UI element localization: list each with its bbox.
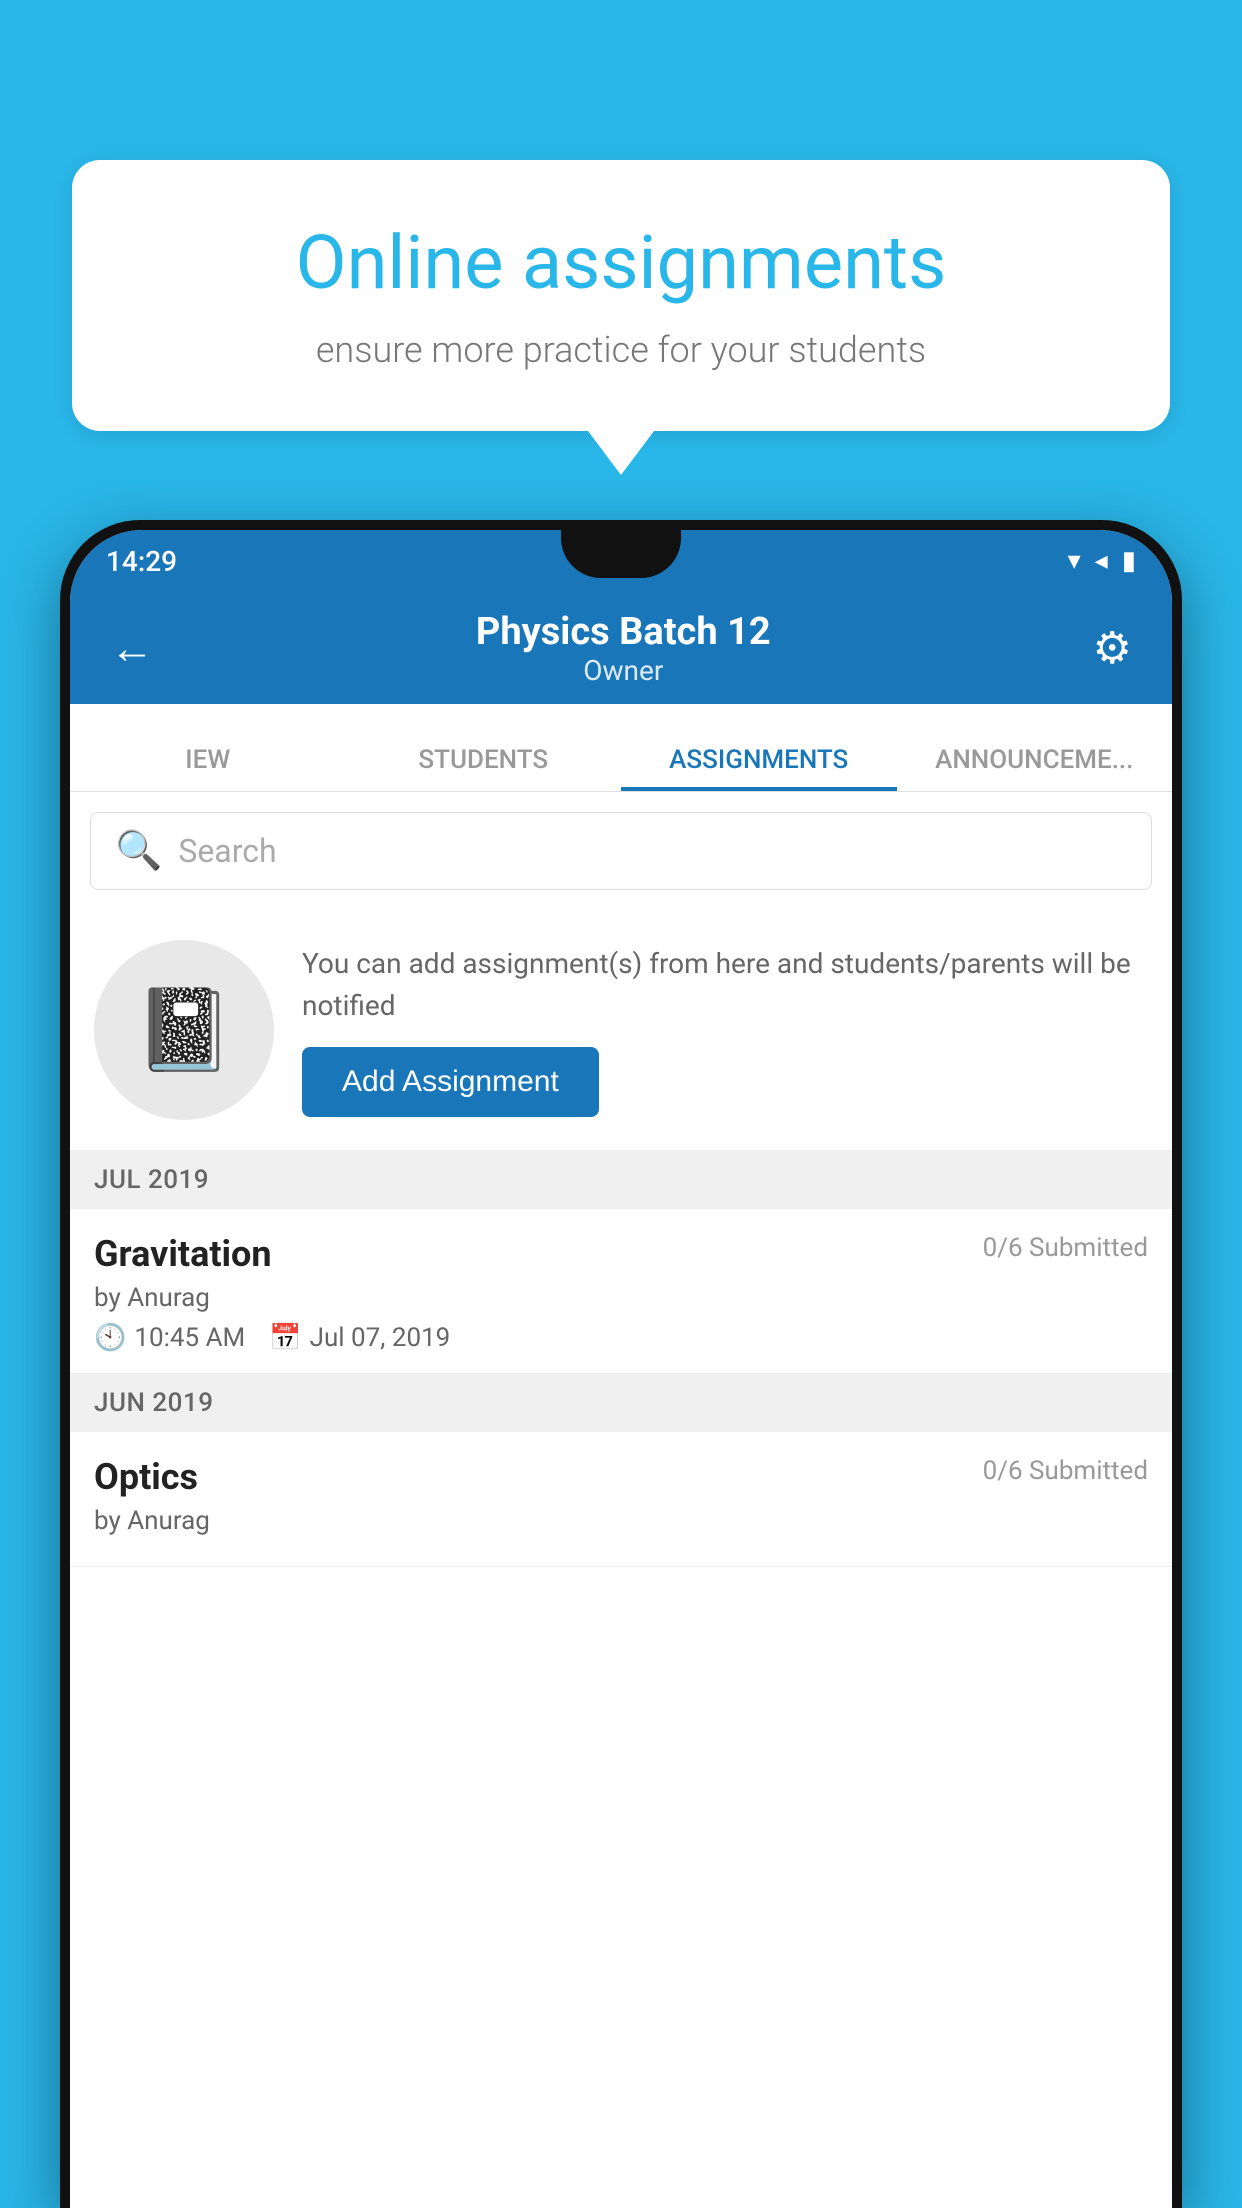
tab-iew[interactable]: IEW	[70, 745, 346, 791]
assignment-header-row: Gravitation 0/6 Submitted	[94, 1233, 1148, 1275]
empty-state: 📓 You can add assignment(s) from here an…	[70, 910, 1172, 1151]
assignment-header-row-optics: Optics 0/6 Submitted	[94, 1456, 1148, 1498]
search-placeholder: Search	[178, 832, 276, 870]
app-bar-title-group: Physics Batch 12 Owner	[164, 610, 1083, 687]
tab-assignments[interactable]: ASSIGNMENTS	[621, 745, 897, 791]
status-time: 14:29	[106, 545, 177, 578]
promo-bubble: Online assignments ensure more practice …	[72, 160, 1170, 431]
empty-description: You can add assignment(s) from here and …	[302, 943, 1144, 1027]
assignment-name: Gravitation	[94, 1233, 272, 1275]
tab-bar: IEW STUDENTS ASSIGNMENTS ANNOUNCEME...	[70, 704, 1172, 792]
assignment-by-optics: by Anurag	[94, 1506, 1148, 1536]
back-button[interactable]: ←	[100, 612, 164, 684]
list-item[interactable]: Optics 0/6 Submitted by Anurag	[70, 1432, 1172, 1567]
tab-announcements[interactable]: ANNOUNCEME...	[897, 745, 1173, 791]
meta-time: 🕙 10:45 AM	[94, 1323, 245, 1353]
app-bar-title: Physics Batch 12	[164, 610, 1083, 654]
assignment-submitted: 0/6 Submitted	[983, 1233, 1148, 1263]
search-bar[interactable]: 🔍 Search	[90, 812, 1152, 890]
clock-icon: 🕙	[94, 1323, 126, 1353]
status-icons: ▾ ◂ ▮	[1068, 546, 1136, 576]
list-item[interactable]: Gravitation 0/6 Submitted by Anurag 🕙 10…	[70, 1209, 1172, 1374]
phone-frame: 14:29 ▾ ◂ ▮ ← Physics Batch 12 Owner ⚙ I…	[60, 520, 1182, 2208]
section-header-jun: JUN 2019	[70, 1374, 1172, 1432]
search-icon: 🔍	[115, 829, 162, 873]
assignment-submitted-optics: 0/6 Submitted	[983, 1456, 1148, 1486]
assignment-time: 10:45 AM	[134, 1323, 245, 1353]
app-bar: ← Physics Batch 12 Owner ⚙	[70, 592, 1172, 704]
assignment-name-optics: Optics	[94, 1456, 198, 1498]
signal-icon: ◂	[1095, 546, 1108, 576]
search-bar-container: 🔍 Search	[70, 792, 1172, 910]
wifi-icon: ▾	[1068, 546, 1081, 576]
settings-icon[interactable]: ⚙	[1083, 612, 1142, 684]
assignment-meta: 🕙 10:45 AM 📅 Jul 07, 2019	[94, 1323, 1148, 1353]
app-bar-subtitle: Owner	[164, 654, 1083, 687]
phone-inner: 14:29 ▾ ◂ ▮ ← Physics Batch 12 Owner ⚙ I…	[70, 530, 1172, 2208]
tab-students[interactable]: STUDENTS	[346, 745, 622, 791]
bubble-subtitle: ensure more practice for your students	[142, 329, 1100, 371]
calendar-icon: 📅	[269, 1323, 301, 1353]
empty-icon-circle: 📓	[94, 940, 274, 1120]
bubble-title: Online assignments	[142, 220, 1100, 307]
screen-content: 🔍 Search 📓 You can add assignment(s) fro…	[70, 792, 1172, 2208]
add-assignment-button[interactable]: Add Assignment	[302, 1047, 599, 1117]
section-header-jul: JUL 2019	[70, 1151, 1172, 1209]
assignment-by: by Anurag	[94, 1283, 1148, 1313]
assignment-date: Jul 07, 2019	[310, 1323, 451, 1353]
battery-icon: ▮	[1122, 546, 1136, 576]
meta-date: 📅 Jul 07, 2019	[269, 1323, 450, 1353]
empty-text-group: You can add assignment(s) from here and …	[302, 943, 1144, 1117]
notebook-icon: 📓	[134, 983, 234, 1077]
notch	[561, 530, 681, 578]
bubble-card: Online assignments ensure more practice …	[72, 160, 1170, 431]
